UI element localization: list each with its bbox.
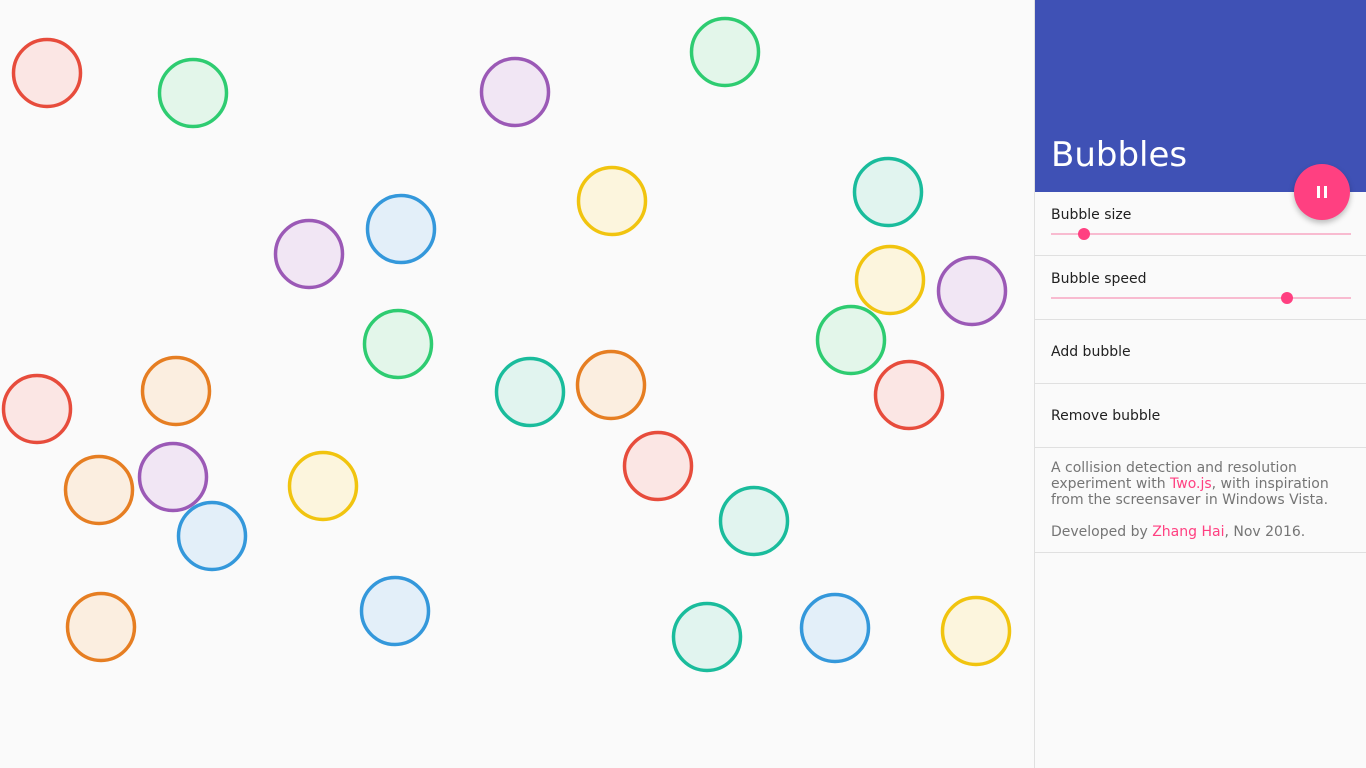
remove-bubble-button[interactable]: Remove bubble (1035, 384, 1366, 448)
bubble-purple (936, 255, 1008, 327)
bubble-red (11, 37, 83, 109)
panel-title: Bubbles (1051, 135, 1188, 175)
bubble-red (873, 359, 945, 431)
bubble-speed-label: Bubble speed (1051, 271, 1147, 287)
bubble-teal (852, 156, 924, 228)
about-credits-prefix: Developed by (1051, 524, 1153, 540)
bubble-size-slider[interactable] (1051, 228, 1351, 240)
bubble-green (815, 304, 887, 376)
bubble-green (362, 308, 434, 380)
bubble-orange (65, 591, 137, 663)
bubble-yellow (576, 165, 648, 237)
panel-header: Bubbles (1035, 0, 1366, 192)
about-text: A collision detection and resolution exp… (1035, 448, 1366, 553)
bubble-orange (575, 349, 647, 421)
control-panel: Bubbles Bubble size Bubble speed Add bub… (1034, 0, 1366, 768)
bubble-yellow (854, 244, 926, 316)
about-description: A collision detection and resolution exp… (1051, 460, 1350, 508)
bubble-teal (671, 601, 743, 673)
bubble-red (1, 373, 73, 445)
author-link[interactable]: Zhang Hai (1152, 524, 1224, 540)
bubble-yellow (287, 450, 359, 522)
bubble-orange (140, 355, 212, 427)
bubble-speed-control: Bubble speed (1035, 256, 1366, 320)
bubble-blue (176, 500, 248, 572)
bubble-green (157, 57, 229, 129)
bubble-blue (365, 193, 437, 265)
bubble-size-label: Bubble size (1051, 207, 1132, 223)
bubble-orange (63, 454, 135, 526)
bubble-purple (137, 441, 209, 513)
bubble-size-control: Bubble size (1035, 192, 1366, 256)
bubble-canvas (0, 0, 1034, 768)
twojs-link[interactable]: Two.js (1170, 476, 1212, 492)
add-bubble-label: Add bubble (1051, 343, 1131, 360)
bubble-blue (359, 575, 431, 647)
about-credits-suffix: , Nov 2016. (1224, 524, 1306, 540)
bubble-teal (718, 485, 790, 557)
about-credits: Developed by Zhang Hai, Nov 2016. (1051, 524, 1350, 540)
bubble-yellow (940, 595, 1012, 667)
bubble-purple (273, 218, 345, 290)
remove-bubble-label: Remove bubble (1051, 407, 1161, 424)
bubble-blue (799, 592, 871, 664)
bubble-speed-slider-thumb[interactable] (1281, 292, 1294, 304)
bubble-red (622, 430, 694, 502)
bubble-teal (494, 356, 566, 428)
bubble-speed-slider[interactable] (1051, 292, 1351, 304)
add-bubble-button[interactable]: Add bubble (1035, 320, 1366, 384)
bubble-size-slider-thumb[interactable] (1078, 228, 1090, 240)
bubble-purple (479, 56, 551, 128)
bubble-green (689, 16, 761, 88)
